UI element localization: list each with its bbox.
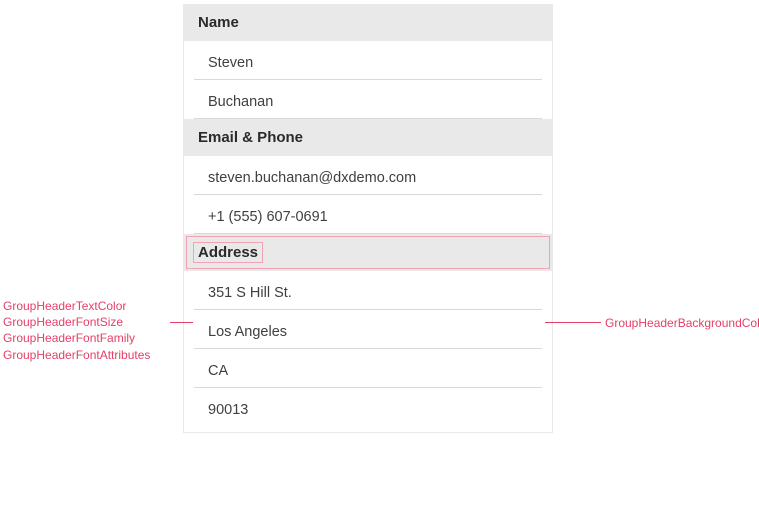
phone-row[interactable]: +1 (555) 607-0691 [194, 195, 542, 234]
email-row[interactable]: steven.buchanan@dxdemo.com [194, 156, 542, 195]
group-header-address-label: Address [193, 242, 263, 263]
callouts-left: GroupHeaderTextColor GroupHeaderFontSize… [3, 298, 150, 363]
callout-font-family: GroupHeaderFontFamily [3, 330, 150, 346]
group-header-name: Name [184, 4, 552, 41]
group-header-name-label: Name [198, 14, 239, 31]
group-header-address: Address [184, 234, 552, 271]
callout-background-color: GroupHeaderBackgroundColor [605, 316, 759, 330]
address-state-row[interactable]: CA [194, 349, 542, 388]
name-first-row[interactable]: Steven [194, 41, 542, 80]
address-street-row[interactable]: 351 S Hill St. [194, 271, 542, 310]
callout-font-size: GroupHeaderFontSize [3, 314, 150, 330]
callout-line-left [170, 322, 193, 323]
callout-text-color: GroupHeaderTextColor [3, 298, 150, 314]
address-city-row[interactable]: Los Angeles [194, 310, 542, 349]
name-last-row[interactable]: Buchanan [194, 80, 542, 119]
group-header-contact-label: Email & Phone [198, 129, 303, 146]
callout-font-attributes: GroupHeaderFontAttributes [3, 347, 150, 363]
callout-line-right [545, 322, 601, 323]
form-container: Name Steven Buchanan Email & Phone steve… [183, 4, 553, 433]
address-zip-row[interactable]: 90013 [194, 388, 542, 426]
group-header-contact: Email & Phone [184, 119, 552, 156]
